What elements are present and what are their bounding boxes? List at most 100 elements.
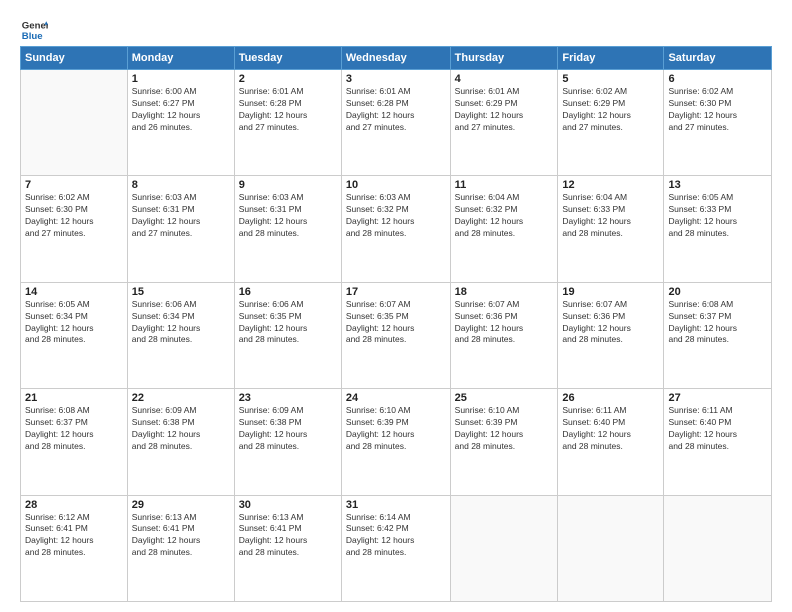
calendar-cell: 31Sunrise: 6:14 AM Sunset: 6:42 PM Dayli… <box>341 495 450 601</box>
day-number: 30 <box>239 499 337 511</box>
day-info: Sunrise: 6:08 AM Sunset: 6:37 PM Dayligh… <box>25 405 123 453</box>
day-number: 25 <box>455 392 554 404</box>
day-number: 7 <box>25 179 123 191</box>
logo-icon: General Blue <box>20 16 48 44</box>
day-number: 22 <box>132 392 230 404</box>
day-info: Sunrise: 6:02 AM Sunset: 6:29 PM Dayligh… <box>562 86 659 134</box>
calendar-header-row: SundayMondayTuesdayWednesdayThursdayFrid… <box>21 47 772 70</box>
day-info: Sunrise: 6:04 AM Sunset: 6:32 PM Dayligh… <box>455 192 554 240</box>
day-number: 15 <box>132 286 230 298</box>
calendar-cell: 22Sunrise: 6:09 AM Sunset: 6:38 PM Dayli… <box>127 389 234 495</box>
calendar-cell: 15Sunrise: 6:06 AM Sunset: 6:34 PM Dayli… <box>127 282 234 388</box>
day-number: 19 <box>562 286 659 298</box>
day-info: Sunrise: 6:06 AM Sunset: 6:34 PM Dayligh… <box>132 299 230 347</box>
calendar-cell: 20Sunrise: 6:08 AM Sunset: 6:37 PM Dayli… <box>664 282 772 388</box>
calendar-cell: 23Sunrise: 6:09 AM Sunset: 6:38 PM Dayli… <box>234 389 341 495</box>
day-number: 5 <box>562 73 659 85</box>
calendar-week-row: 1Sunrise: 6:00 AM Sunset: 6:27 PM Daylig… <box>21 70 772 176</box>
day-info: Sunrise: 6:09 AM Sunset: 6:38 PM Dayligh… <box>239 405 337 453</box>
day-number: 2 <box>239 73 337 85</box>
calendar-cell <box>664 495 772 601</box>
calendar-cell: 30Sunrise: 6:13 AM Sunset: 6:41 PM Dayli… <box>234 495 341 601</box>
day-info: Sunrise: 6:02 AM Sunset: 6:30 PM Dayligh… <box>25 192 123 240</box>
day-number: 18 <box>455 286 554 298</box>
calendar-cell: 25Sunrise: 6:10 AM Sunset: 6:39 PM Dayli… <box>450 389 558 495</box>
day-number: 8 <box>132 179 230 191</box>
calendar-cell <box>21 70 128 176</box>
svg-text:General: General <box>22 20 48 31</box>
calendar-cell: 5Sunrise: 6:02 AM Sunset: 6:29 PM Daylig… <box>558 70 664 176</box>
day-number: 16 <box>239 286 337 298</box>
calendar-week-row: 21Sunrise: 6:08 AM Sunset: 6:37 PM Dayli… <box>21 389 772 495</box>
calendar-cell: 10Sunrise: 6:03 AM Sunset: 6:32 PM Dayli… <box>341 176 450 282</box>
day-number: 21 <box>25 392 123 404</box>
day-info: Sunrise: 6:01 AM Sunset: 6:28 PM Dayligh… <box>239 86 337 134</box>
calendar-cell <box>450 495 558 601</box>
page: General Blue SundayMondayTuesdayWednesda… <box>0 0 792 612</box>
day-info: Sunrise: 6:00 AM Sunset: 6:27 PM Dayligh… <box>132 86 230 134</box>
calendar-cell: 4Sunrise: 6:01 AM Sunset: 6:29 PM Daylig… <box>450 70 558 176</box>
calendar-cell: 26Sunrise: 6:11 AM Sunset: 6:40 PM Dayli… <box>558 389 664 495</box>
calendar-cell: 13Sunrise: 6:05 AM Sunset: 6:33 PM Dayli… <box>664 176 772 282</box>
day-info: Sunrise: 6:01 AM Sunset: 6:29 PM Dayligh… <box>455 86 554 134</box>
day-number: 6 <box>668 73 767 85</box>
day-number: 11 <box>455 179 554 191</box>
day-info: Sunrise: 6:10 AM Sunset: 6:39 PM Dayligh… <box>455 405 554 453</box>
day-number: 3 <box>346 73 446 85</box>
day-number: 28 <box>25 499 123 511</box>
calendar-cell: 17Sunrise: 6:07 AM Sunset: 6:35 PM Dayli… <box>341 282 450 388</box>
day-number: 17 <box>346 286 446 298</box>
calendar-cell: 29Sunrise: 6:13 AM Sunset: 6:41 PM Dayli… <box>127 495 234 601</box>
day-info: Sunrise: 6:08 AM Sunset: 6:37 PM Dayligh… <box>668 299 767 347</box>
calendar-table: SundayMondayTuesdayWednesdayThursdayFrid… <box>20 46 772 602</box>
day-number: 29 <box>132 499 230 511</box>
day-info: Sunrise: 6:12 AM Sunset: 6:41 PM Dayligh… <box>25 512 123 560</box>
day-number: 1 <box>132 73 230 85</box>
day-info: Sunrise: 6:03 AM Sunset: 6:32 PM Dayligh… <box>346 192 446 240</box>
calendar-cell: 1Sunrise: 6:00 AM Sunset: 6:27 PM Daylig… <box>127 70 234 176</box>
calendar-cell: 19Sunrise: 6:07 AM Sunset: 6:36 PM Dayli… <box>558 282 664 388</box>
day-info: Sunrise: 6:04 AM Sunset: 6:33 PM Dayligh… <box>562 192 659 240</box>
day-number: 31 <box>346 499 446 511</box>
calendar-cell: 9Sunrise: 6:03 AM Sunset: 6:31 PM Daylig… <box>234 176 341 282</box>
header: General Blue <box>20 16 772 44</box>
calendar-cell: 16Sunrise: 6:06 AM Sunset: 6:35 PM Dayli… <box>234 282 341 388</box>
day-info: Sunrise: 6:05 AM Sunset: 6:34 PM Dayligh… <box>25 299 123 347</box>
calendar-cell: 14Sunrise: 6:05 AM Sunset: 6:34 PM Dayli… <box>21 282 128 388</box>
calendar-cell <box>558 495 664 601</box>
calendar-header-tuesday: Tuesday <box>234 47 341 70</box>
logo: General Blue <box>20 16 52 44</box>
day-info: Sunrise: 6:06 AM Sunset: 6:35 PM Dayligh… <box>239 299 337 347</box>
day-number: 4 <box>455 73 554 85</box>
calendar-header-wednesday: Wednesday <box>341 47 450 70</box>
calendar-header-monday: Monday <box>127 47 234 70</box>
day-info: Sunrise: 6:10 AM Sunset: 6:39 PM Dayligh… <box>346 405 446 453</box>
calendar-week-row: 14Sunrise: 6:05 AM Sunset: 6:34 PM Dayli… <box>21 282 772 388</box>
calendar-cell: 18Sunrise: 6:07 AM Sunset: 6:36 PM Dayli… <box>450 282 558 388</box>
calendar-header-thursday: Thursday <box>450 47 558 70</box>
calendar-header-sunday: Sunday <box>21 47 128 70</box>
day-info: Sunrise: 6:09 AM Sunset: 6:38 PM Dayligh… <box>132 405 230 453</box>
day-number: 9 <box>239 179 337 191</box>
calendar-header-friday: Friday <box>558 47 664 70</box>
calendar-week-row: 7Sunrise: 6:02 AM Sunset: 6:30 PM Daylig… <box>21 176 772 282</box>
calendar-week-row: 28Sunrise: 6:12 AM Sunset: 6:41 PM Dayli… <box>21 495 772 601</box>
day-number: 26 <box>562 392 659 404</box>
day-info: Sunrise: 6:13 AM Sunset: 6:41 PM Dayligh… <box>239 512 337 560</box>
day-info: Sunrise: 6:07 AM Sunset: 6:36 PM Dayligh… <box>455 299 554 347</box>
day-info: Sunrise: 6:03 AM Sunset: 6:31 PM Dayligh… <box>132 192 230 240</box>
day-info: Sunrise: 6:03 AM Sunset: 6:31 PM Dayligh… <box>239 192 337 240</box>
calendar-cell: 6Sunrise: 6:02 AM Sunset: 6:30 PM Daylig… <box>664 70 772 176</box>
day-number: 14 <box>25 286 123 298</box>
day-info: Sunrise: 6:11 AM Sunset: 6:40 PM Dayligh… <box>562 405 659 453</box>
day-number: 23 <box>239 392 337 404</box>
day-info: Sunrise: 6:01 AM Sunset: 6:28 PM Dayligh… <box>346 86 446 134</box>
day-info: Sunrise: 6:02 AM Sunset: 6:30 PM Dayligh… <box>668 86 767 134</box>
day-number: 27 <box>668 392 767 404</box>
day-number: 24 <box>346 392 446 404</box>
day-number: 12 <box>562 179 659 191</box>
calendar-cell: 27Sunrise: 6:11 AM Sunset: 6:40 PM Dayli… <box>664 389 772 495</box>
day-number: 13 <box>668 179 767 191</box>
calendar-cell: 2Sunrise: 6:01 AM Sunset: 6:28 PM Daylig… <box>234 70 341 176</box>
day-number: 10 <box>346 179 446 191</box>
